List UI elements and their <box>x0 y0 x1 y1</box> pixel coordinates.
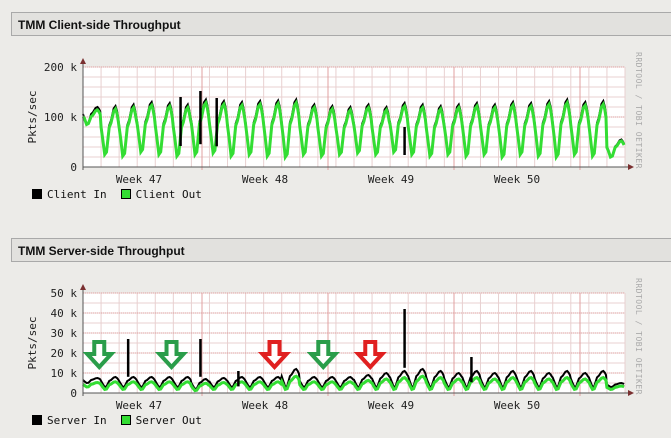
x-tick-label: Week 47 <box>116 399 162 412</box>
y-tick-label: 50 k <box>51 287 78 300</box>
y-axis-label: Pkts/sec <box>26 317 39 370</box>
chart-0: 0 100 k 200 k Week 47 Week 48 Week 49 Week 50 P… <box>26 58 634 186</box>
y-tick-label: 0 <box>70 387 77 400</box>
y-tick-label: 100 k <box>44 111 77 124</box>
x-axis-arrow-icon <box>628 164 634 170</box>
x-axis-arrow-icon <box>628 390 634 396</box>
charts-canvas: 0 100 k 200 k Week 47 Week 48 Week 49 Week 50 P… <box>26 58 634 412</box>
y-tick-label: 20 k <box>51 347 78 360</box>
y-tick-label: 200 k <box>44 61 77 74</box>
x-tick-label: Week 48 <box>242 399 288 412</box>
x-tick-label: Week 49 <box>368 173 414 186</box>
y-tick-label: 30 k <box>51 327 78 340</box>
y-tick-label: 0 <box>70 161 77 174</box>
y-axis-label: Pkts/sec <box>26 91 39 144</box>
x-tick-label: Week 50 <box>494 399 540 412</box>
x-tick-label: Week 50 <box>494 173 540 186</box>
y-tick-label: 10 k <box>51 367 78 380</box>
chart-1: 0 10 k 20 k 30 k 40 k 50 k Week 47 Week 48 Week … <box>26 284 634 412</box>
x-tick-label: Week 47 <box>116 173 162 186</box>
y-axis-arrow-icon <box>80 58 86 64</box>
y-tick-label: 40 k <box>51 307 78 320</box>
x-tick-label: Week 48 <box>242 173 288 186</box>
y-axis-arrow-icon <box>80 284 86 290</box>
x-tick-label: Week 49 <box>368 399 414 412</box>
